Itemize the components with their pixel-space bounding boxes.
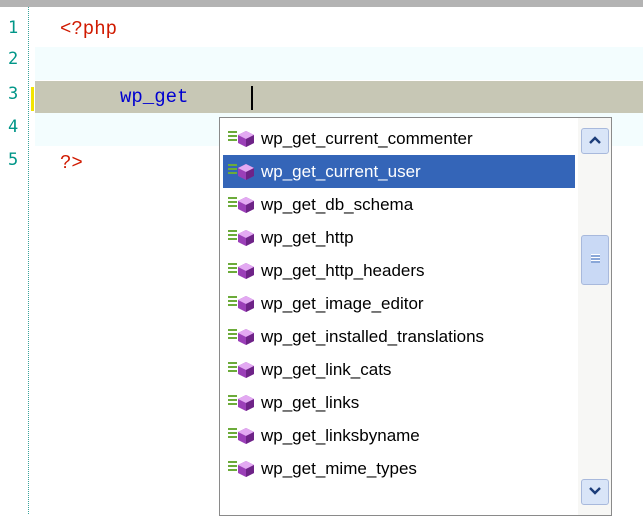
list-lines-icon bbox=[228, 164, 237, 175]
autocomplete-item-label: wp_get_db_schema bbox=[261, 195, 414, 214]
method-gem-icon bbox=[238, 296, 254, 312]
typed-text: wp_get bbox=[120, 86, 189, 108]
method-gem-icon bbox=[238, 461, 254, 477]
grip-icon bbox=[591, 254, 600, 263]
autocomplete-item[interactable]: wp_get_mime_types bbox=[223, 452, 575, 485]
method-gem-icon bbox=[238, 131, 254, 147]
autocomplete-item-label: wp_get_http bbox=[261, 228, 354, 247]
autocomplete-item-label: wp_get_current_commenter bbox=[261, 129, 473, 148]
autocomplete-item[interactable]: wp_get_current_user bbox=[223, 155, 575, 188]
code-line[interactable]: <?php bbox=[35, 13, 643, 46]
autocomplete-item-label: wp_get_installed_translations bbox=[261, 327, 485, 346]
list-lines-icon bbox=[228, 131, 237, 142]
line-number: 1 bbox=[8, 18, 19, 38]
list-lines-icon bbox=[228, 461, 237, 472]
autocomplete-item[interactable]: wp_get_current_commenter bbox=[223, 122, 575, 155]
code-editor[interactable]: 1 2 3 4 5 <?php wp_get ?> wp_get_current… bbox=[0, 7, 643, 516]
autocomplete-item[interactable]: wp_get_link_cats bbox=[223, 353, 575, 386]
autocomplete-item[interactable]: wp_get_linksbyname bbox=[223, 419, 575, 452]
autocomplete-item[interactable]: wp_get_installed_translations bbox=[223, 320, 575, 353]
line-number: 5 bbox=[8, 150, 19, 170]
method-gem-icon bbox=[238, 329, 254, 345]
autocomplete-item-label: wp_get_http_headers bbox=[261, 261, 425, 280]
list-lines-icon bbox=[228, 395, 237, 406]
autocomplete-item-label: wp_get_current_user bbox=[261, 162, 421, 181]
line-number: 4 bbox=[8, 117, 19, 137]
autocomplete-item[interactable]: wp_get_links bbox=[223, 386, 575, 419]
list-lines-icon bbox=[228, 197, 237, 208]
scroll-up-button[interactable] bbox=[581, 128, 609, 154]
method-gem-icon bbox=[238, 197, 254, 213]
current-code-line[interactable]: wp_get bbox=[35, 81, 643, 114]
list-lines-icon bbox=[228, 296, 237, 307]
autocomplete-item-label: wp_get_mime_types bbox=[261, 459, 417, 478]
php-close-tag: ?> bbox=[60, 152, 83, 174]
autocomplete-scrollbar[interactable] bbox=[578, 118, 611, 515]
chevron-up-icon bbox=[589, 136, 601, 144]
line-number: 2 bbox=[8, 49, 19, 69]
scroll-down-button[interactable] bbox=[581, 479, 609, 505]
php-open-tag: <?php bbox=[60, 18, 118, 40]
list-lines-icon bbox=[228, 230, 237, 241]
autocomplete-item[interactable]: wp_get_http bbox=[223, 221, 575, 254]
chevron-down-icon bbox=[589, 487, 601, 495]
method-gem-icon bbox=[238, 230, 254, 246]
text-caret bbox=[251, 86, 253, 110]
method-gem-icon bbox=[238, 362, 254, 378]
list-lines-icon bbox=[228, 263, 237, 274]
list-lines-icon bbox=[228, 329, 237, 340]
autocomplete-item[interactable]: wp_get_db_schema bbox=[223, 188, 575, 221]
code-line[interactable] bbox=[35, 47, 643, 80]
list-lines-icon bbox=[228, 362, 237, 373]
autocomplete-item[interactable]: wp_get_image_editor bbox=[223, 287, 575, 320]
autocomplete-item-label: wp_get_linksbyname bbox=[261, 426, 420, 445]
autocomplete-item-label: wp_get_links bbox=[261, 393, 360, 412]
method-gem-icon bbox=[238, 263, 254, 279]
autocomplete-item[interactable]: wp_get_http_headers bbox=[223, 254, 575, 287]
line-number-gutter: 1 2 3 4 5 bbox=[0, 7, 29, 514]
method-gem-icon bbox=[238, 395, 254, 411]
line-number: 3 bbox=[8, 84, 19, 104]
current-line-marker bbox=[31, 87, 34, 111]
editor-top-border bbox=[0, 0, 643, 7]
autocomplete-popup[interactable]: wp_get_current_commenter wp_get_current_u… bbox=[219, 117, 612, 516]
method-gem-icon bbox=[238, 164, 254, 180]
list-lines-icon bbox=[228, 428, 237, 439]
autocomplete-item-label: wp_get_image_editor bbox=[261, 294, 424, 313]
scroll-thumb[interactable] bbox=[581, 235, 609, 285]
method-gem-icon bbox=[238, 428, 254, 444]
autocomplete-item-label: wp_get_link_cats bbox=[261, 360, 392, 379]
